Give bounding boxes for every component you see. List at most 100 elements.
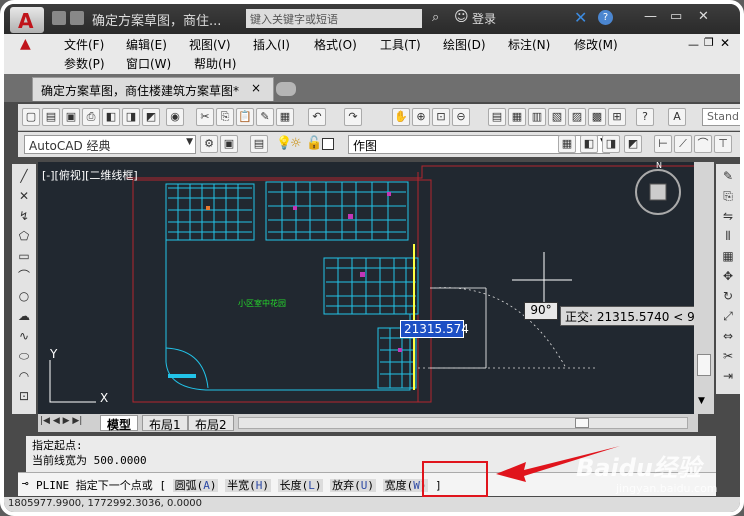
table-icon[interactable]: ⊞: [608, 108, 626, 126]
document-tab[interactable]: 确定方案草图，商住楼建筑方案草图* ×: [32, 77, 274, 101]
drawing-canvas[interactable]: Y X N 小区室中花园 [-][俯视][二维线框] 21315.574 90°…: [38, 162, 710, 414]
h-scrollbar-thumb[interactable]: [575, 418, 589, 428]
layer-isolate-icon[interactable]: ◩: [624, 135, 642, 153]
scrollbar-thumb[interactable]: [697, 354, 711, 376]
publish-icon[interactable]: ◨: [122, 108, 140, 126]
close-button[interactable]: ✕: [698, 9, 709, 24]
vertical-scrollbar[interactable]: ▼: [694, 162, 714, 414]
copy-object-icon[interactable]: ⎘: [719, 188, 737, 204]
redo-icon[interactable]: ↷: [344, 108, 362, 126]
menu-help[interactable]: 帮助(H): [194, 55, 236, 72]
markup-icon[interactable]: ▨: [568, 108, 586, 126]
menu-insert[interactable]: 插入(I): [253, 36, 290, 53]
aligned-dimension-icon[interactable]: ⟋: [674, 135, 692, 153]
polyline-icon[interactable]: ↯: [15, 208, 33, 224]
text-style-icon[interactable]: A: [668, 108, 686, 126]
ordinate-dimension-icon[interactable]: ⊤: [714, 135, 732, 153]
design-feed-icon[interactable]: ◉: [166, 108, 184, 126]
insert-block-icon[interactable]: ⊡: [15, 388, 33, 404]
text-style-combo[interactable]: Stand: [702, 108, 740, 126]
menu-format[interactable]: 格式(O): [314, 36, 357, 53]
tab-navigation-icon[interactable]: |◀ ◀ ▶ ▶|: [40, 416, 82, 426]
construction-line-icon[interactable]: ✕: [15, 188, 33, 204]
stretch-icon[interactable]: ⇔: [719, 328, 737, 344]
calculator-icon[interactable]: ▩: [588, 108, 606, 126]
properties-icon[interactable]: ▤: [488, 108, 506, 126]
ellipse-icon[interactable]: ⬭: [15, 348, 33, 364]
new-tab-button[interactable]: [276, 82, 296, 96]
menu-edit[interactable]: 编辑(E): [126, 36, 167, 53]
rectangle-icon[interactable]: ▭: [15, 248, 33, 264]
quick-access-new-icon[interactable]: [52, 11, 66, 25]
array-icon[interactable]: ▦: [719, 248, 737, 264]
tool-palettes-icon[interactable]: ▥: [528, 108, 546, 126]
menu-file[interactable]: 文件(F): [64, 36, 104, 53]
menu-modify[interactable]: 修改(M): [574, 36, 618, 53]
layer-properties-icon[interactable]: ▤: [250, 135, 268, 153]
arc-length-icon[interactable]: ⌒: [694, 135, 712, 153]
option-width[interactable]: 宽度(W): [382, 479, 429, 492]
dynamic-angle-input[interactable]: 90°: [524, 302, 558, 320]
tab-layout2[interactable]: 布局2: [188, 415, 234, 432]
move-icon[interactable]: ✥: [719, 268, 737, 284]
tab-layout1[interactable]: 布局1: [142, 415, 188, 432]
application-menu-button[interactable]: A: [10, 7, 44, 33]
workspace-settings-icon[interactable]: ⚙: [200, 135, 218, 153]
workspace-icon[interactable]: ▣: [220, 135, 238, 153]
zoom-realtime-icon[interactable]: ⊕: [412, 108, 430, 126]
print-preview-icon[interactable]: ◧: [102, 108, 120, 126]
block-editor-icon[interactable]: ▦: [276, 108, 294, 126]
line-icon[interactable]: ╱: [15, 168, 33, 184]
spline-icon[interactable]: ∿: [15, 328, 33, 344]
tab-close-icon[interactable]: ×: [251, 81, 261, 95]
layer-color-swatch[interactable]: [322, 138, 334, 150]
option-halfwidth[interactable]: 半宽(H): [225, 479, 271, 492]
viewport-label[interactable]: [-][俯视][二维线框]: [42, 167, 138, 183]
circle-icon[interactable]: ○: [15, 288, 33, 304]
menu-draw[interactable]: 绘图(D): [443, 36, 486, 53]
arc-icon[interactable]: ⌒: [15, 268, 33, 284]
offset-icon[interactable]: ⫴: [719, 228, 737, 244]
copy-icon[interactable]: ⎘: [216, 108, 234, 126]
design-center-icon[interactable]: ▦: [508, 108, 526, 126]
rotate-icon[interactable]: ↻: [719, 288, 737, 304]
ellipse-arc-icon[interactable]: ◠: [15, 368, 33, 384]
chevron-down-icon[interactable]: ▼: [186, 137, 193, 147]
match-properties-icon[interactable]: ✎: [256, 108, 274, 126]
menu-window[interactable]: 窗口(W): [126, 55, 171, 72]
layer-previous-icon[interactable]: ◧: [580, 135, 598, 153]
pan-icon[interactable]: ✋: [392, 108, 410, 126]
doc-restore-button[interactable]: ❐: [704, 36, 714, 49]
sheet-set-icon[interactable]: ▧: [548, 108, 566, 126]
maximize-button[interactable]: ▭: [670, 9, 682, 24]
dynamic-length-input[interactable]: 21315.574: [400, 320, 469, 338]
horizontal-scrollbar[interactable]: [238, 417, 688, 429]
undo-icon[interactable]: ↶: [308, 108, 326, 126]
user-icon[interactable]: ☺: [454, 9, 469, 25]
doc-close-button[interactable]: ✕: [720, 36, 730, 50]
save-icon[interactable]: ▣: [62, 108, 80, 126]
doc-minimize-button[interactable]: —: [688, 38, 699, 51]
3d-dwf-icon[interactable]: ◩: [142, 108, 160, 126]
layer-state-icon[interactable]: ◨: [602, 135, 620, 153]
menu-view[interactable]: 视图(V): [189, 36, 231, 53]
workspace-combo[interactable]: AutoCAD 经典 ▼: [24, 135, 196, 154]
revision-cloud-icon[interactable]: ☁: [15, 308, 33, 324]
erase-icon[interactable]: ✎: [719, 168, 737, 184]
exchange-icon[interactable]: ✕: [574, 8, 587, 27]
make-current-icon[interactable]: ▦: [558, 135, 576, 153]
sun-icon[interactable]: ☼: [290, 136, 302, 151]
option-arc[interactable]: 圆弧(A): [172, 479, 219, 492]
tab-model[interactable]: 模型: [100, 415, 139, 432]
option-undo[interactable]: 放弃(U): [330, 479, 376, 492]
scale-icon[interactable]: ⤢: [719, 308, 737, 324]
quick-access-open-icon[interactable]: [70, 11, 84, 25]
binoculars-icon[interactable]: ⌕: [432, 10, 439, 25]
coordinates-readout[interactable]: 1805977.9900, 1772992.3036, 0.0000: [8, 498, 202, 509]
zoom-window-icon[interactable]: ⊡: [432, 108, 450, 126]
open-icon[interactable]: ▤: [42, 108, 60, 126]
extend-icon[interactable]: ⇥: [719, 368, 737, 384]
sign-in-label[interactable]: 登录: [472, 10, 496, 27]
zoom-previous-icon[interactable]: ⊖: [452, 108, 470, 126]
menu-dimension[interactable]: 标注(N): [508, 36, 550, 53]
